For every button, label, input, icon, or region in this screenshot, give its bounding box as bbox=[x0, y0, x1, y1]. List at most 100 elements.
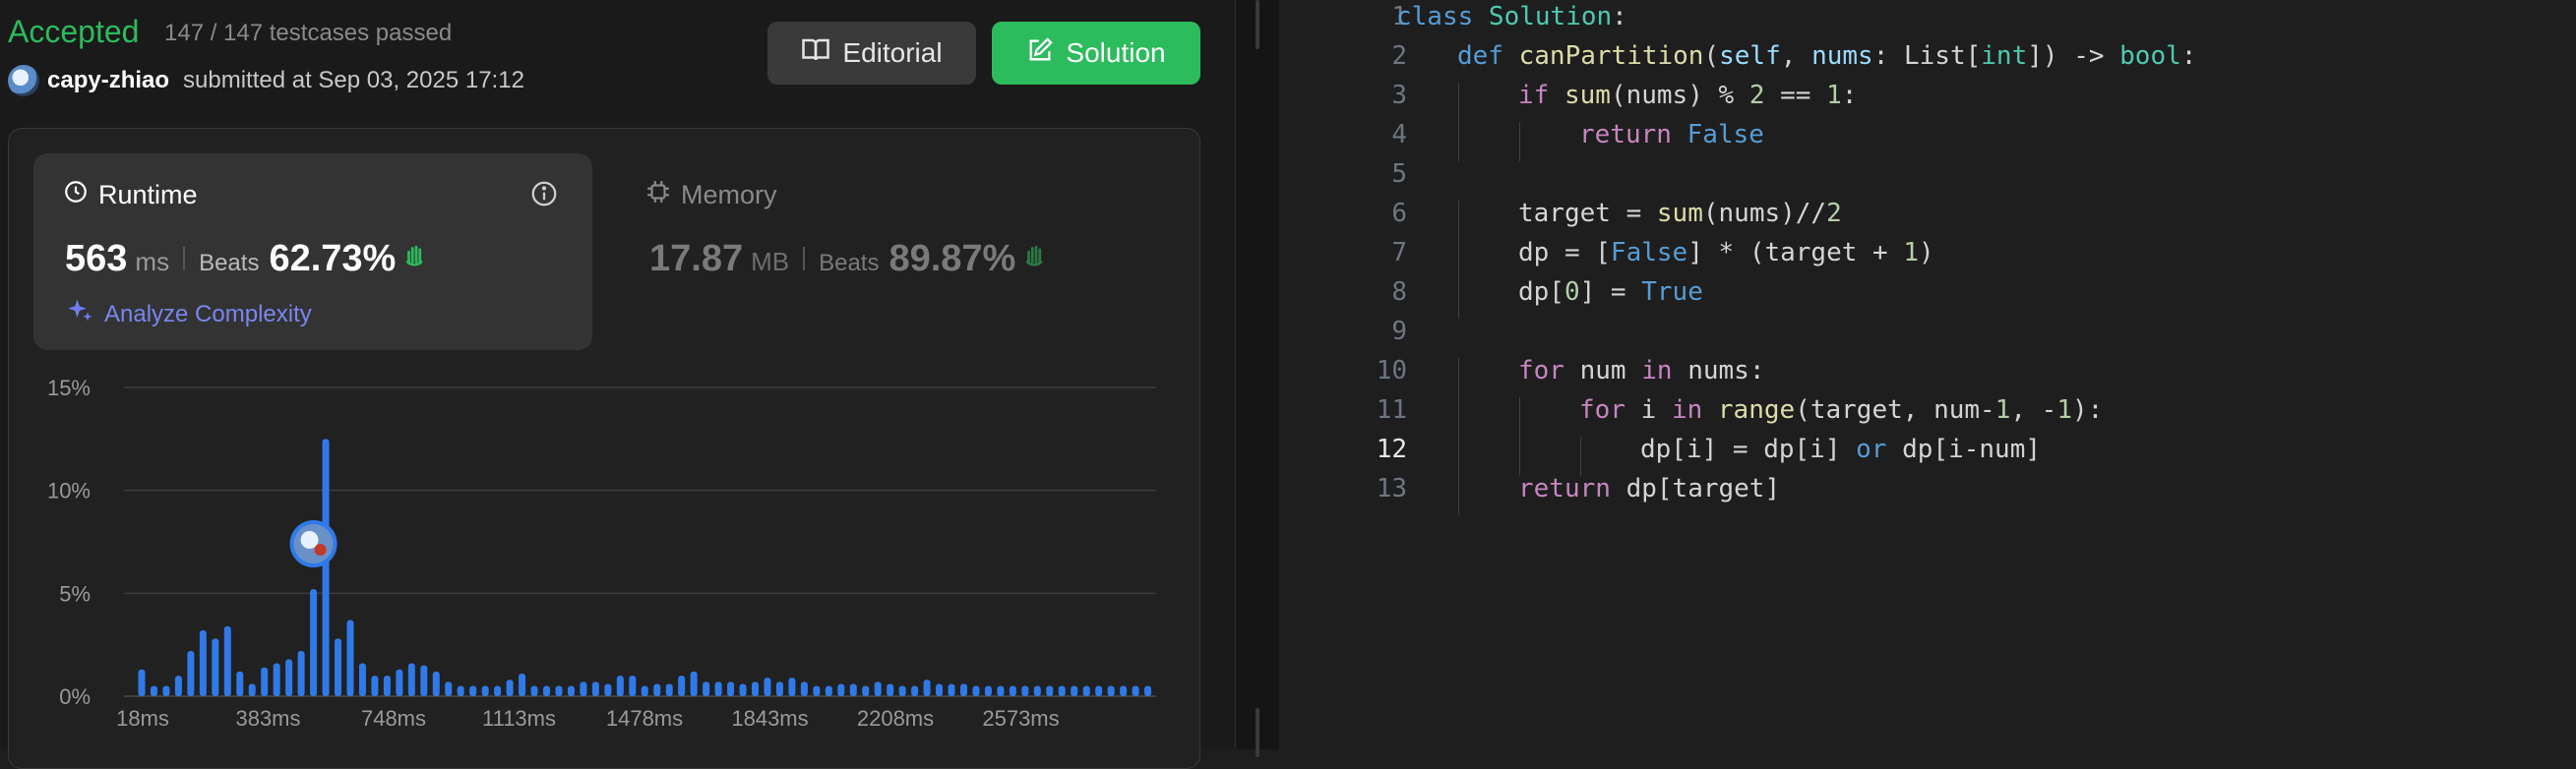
chart-bar[interactable] bbox=[1046, 685, 1054, 696]
code-line[interactable]: dp = [False] * (target + 1) bbox=[1518, 238, 1934, 267]
chart-bar[interactable] bbox=[923, 680, 931, 696]
line-number[interactable]: 8 bbox=[1279, 277, 1407, 307]
chart-bar[interactable] bbox=[862, 685, 870, 696]
chart-bar[interactable] bbox=[813, 685, 821, 696]
chart-bar[interactable] bbox=[641, 685, 648, 696]
chart-bar[interactable] bbox=[162, 685, 170, 696]
chart-bar[interactable] bbox=[972, 685, 980, 696]
chart-bar[interactable] bbox=[420, 665, 428, 696]
chart-bar[interactable] bbox=[898, 685, 906, 696]
chart-bar[interactable] bbox=[616, 676, 624, 696]
chart-bar[interactable] bbox=[837, 683, 845, 696]
code-line[interactable]: class Solution: bbox=[1396, 2, 1627, 31]
chart-bar[interactable] bbox=[432, 671, 440, 696]
line-number[interactable]: 6 bbox=[1279, 199, 1407, 228]
chart-bar[interactable] bbox=[911, 685, 919, 696]
line-number[interactable]: 7 bbox=[1279, 238, 1407, 267]
chart-bar[interactable] bbox=[629, 676, 637, 696]
chart-bar[interactable] bbox=[751, 681, 759, 696]
chart-bar[interactable] bbox=[212, 638, 219, 696]
chart-bar[interactable] bbox=[396, 669, 403, 696]
chart-bar[interactable] bbox=[653, 683, 661, 696]
chart-bar[interactable] bbox=[261, 667, 269, 696]
chart-bar[interactable] bbox=[1021, 685, 1029, 696]
chart-bar[interactable] bbox=[530, 685, 538, 696]
code-line[interactable]: return False bbox=[1579, 120, 1764, 149]
chart-bar[interactable] bbox=[997, 685, 1005, 696]
chart-bar[interactable] bbox=[775, 681, 783, 696]
chart-bar[interactable] bbox=[236, 671, 244, 696]
chart-bar[interactable] bbox=[322, 439, 330, 696]
chart-bar[interactable] bbox=[187, 650, 195, 696]
chart-bar[interactable] bbox=[481, 685, 489, 696]
chart-bar[interactable] bbox=[285, 659, 293, 696]
chart-bar[interactable] bbox=[727, 681, 735, 696]
chart-bar[interactable] bbox=[714, 681, 722, 696]
chart-bar[interactable] bbox=[506, 680, 514, 696]
chart-bar[interactable] bbox=[1120, 685, 1128, 696]
chart-bar[interactable] bbox=[469, 685, 477, 696]
chart-bar[interactable] bbox=[984, 685, 992, 696]
code-line[interactable]: if sum(nums) % 2 == 1: bbox=[1518, 81, 1857, 110]
line-number[interactable]: 13 bbox=[1279, 474, 1407, 503]
line-number[interactable]: 11 bbox=[1279, 395, 1407, 425]
splitter-handle[interactable] bbox=[1256, 0, 1259, 49]
chart-bar[interactable] bbox=[555, 685, 563, 696]
chart-bar[interactable] bbox=[1009, 685, 1016, 696]
code-editor[interactable]: 1 class Solution: 2 def canPartition(self, … bbox=[1279, 0, 2576, 749]
chart-bar[interactable] bbox=[297, 650, 305, 696]
code-line[interactable]: def canPartition(self, nums: List[int]) … bbox=[1457, 41, 2196, 71]
chart-bar[interactable] bbox=[825, 685, 832, 696]
chart-bar[interactable] bbox=[591, 681, 599, 696]
chart-bar[interactable] bbox=[665, 683, 673, 696]
runtime-distribution-chart[interactable]: 15% 10% 5% 0% 18ms 383ms 748ms 1113ms 1478ms 1843… bbox=[0, 0, 1235, 749]
chart-bar[interactable] bbox=[678, 676, 686, 696]
chart-bar[interactable] bbox=[800, 681, 808, 696]
chart-bar[interactable] bbox=[150, 685, 157, 696]
line-number[interactable]: 5 bbox=[1279, 159, 1407, 189]
chart-bar[interactable] bbox=[543, 685, 551, 696]
chart-bar[interactable] bbox=[1107, 685, 1115, 696]
chart-bar[interactable] bbox=[1033, 685, 1041, 696]
chart-bar[interactable] bbox=[604, 683, 612, 696]
line-number[interactable]: 4 bbox=[1279, 120, 1407, 149]
chart-bar[interactable] bbox=[690, 671, 698, 696]
chart-bar[interactable] bbox=[358, 663, 366, 696]
code-line[interactable]: target = sum(nums)//2 bbox=[1518, 199, 1842, 228]
chart-bar[interactable] bbox=[407, 663, 415, 696]
chart-bar[interactable] bbox=[223, 625, 231, 696]
chart-bar[interactable] bbox=[1058, 685, 1066, 696]
chart-bar[interactable] bbox=[948, 683, 955, 696]
code-line[interactable]: dp[i] = dp[i] or dp[i-num] bbox=[1640, 435, 2041, 464]
chart-bar[interactable] bbox=[874, 681, 882, 696]
chart-bar[interactable] bbox=[248, 683, 256, 696]
chart-bar[interactable] bbox=[1095, 685, 1103, 696]
chart-bar[interactable] bbox=[580, 681, 587, 696]
line-number[interactable]: 12 bbox=[1279, 435, 1407, 464]
panel-splitter[interactable] bbox=[1235, 0, 1281, 757]
chart-bar[interactable] bbox=[457, 685, 464, 696]
chart-bar[interactable] bbox=[567, 685, 575, 696]
line-number[interactable]: 2 bbox=[1279, 41, 1407, 71]
chart-bar[interactable] bbox=[445, 681, 453, 696]
chart-bar[interactable] bbox=[383, 676, 391, 696]
line-number[interactable]: 9 bbox=[1279, 317, 1407, 346]
splitter-handle[interactable] bbox=[1256, 708, 1259, 757]
code-line[interactable]: for i in range(target, num-1, -1): bbox=[1579, 395, 2103, 425]
line-number[interactable]: 10 bbox=[1279, 356, 1407, 385]
chart-bar[interactable] bbox=[739, 683, 747, 696]
chart-bar[interactable] bbox=[849, 683, 857, 696]
code-line[interactable]: return dp[target] bbox=[1518, 474, 1780, 503]
chart-bar[interactable] bbox=[703, 681, 710, 696]
chart-bar[interactable] bbox=[959, 683, 967, 696]
chart-bar[interactable] bbox=[310, 589, 318, 696]
chart-bar[interactable] bbox=[273, 663, 280, 696]
chart-bar[interactable] bbox=[788, 678, 796, 696]
chart-bar[interactable] bbox=[887, 683, 894, 696]
chart-bar[interactable] bbox=[1082, 685, 1090, 696]
chart-bar[interactable] bbox=[199, 630, 207, 696]
chart-bar[interactable] bbox=[764, 678, 771, 696]
chart-bar[interactable] bbox=[346, 620, 354, 696]
line-number[interactable]: 3 bbox=[1279, 81, 1407, 110]
chart-bar[interactable] bbox=[1144, 685, 1152, 696]
